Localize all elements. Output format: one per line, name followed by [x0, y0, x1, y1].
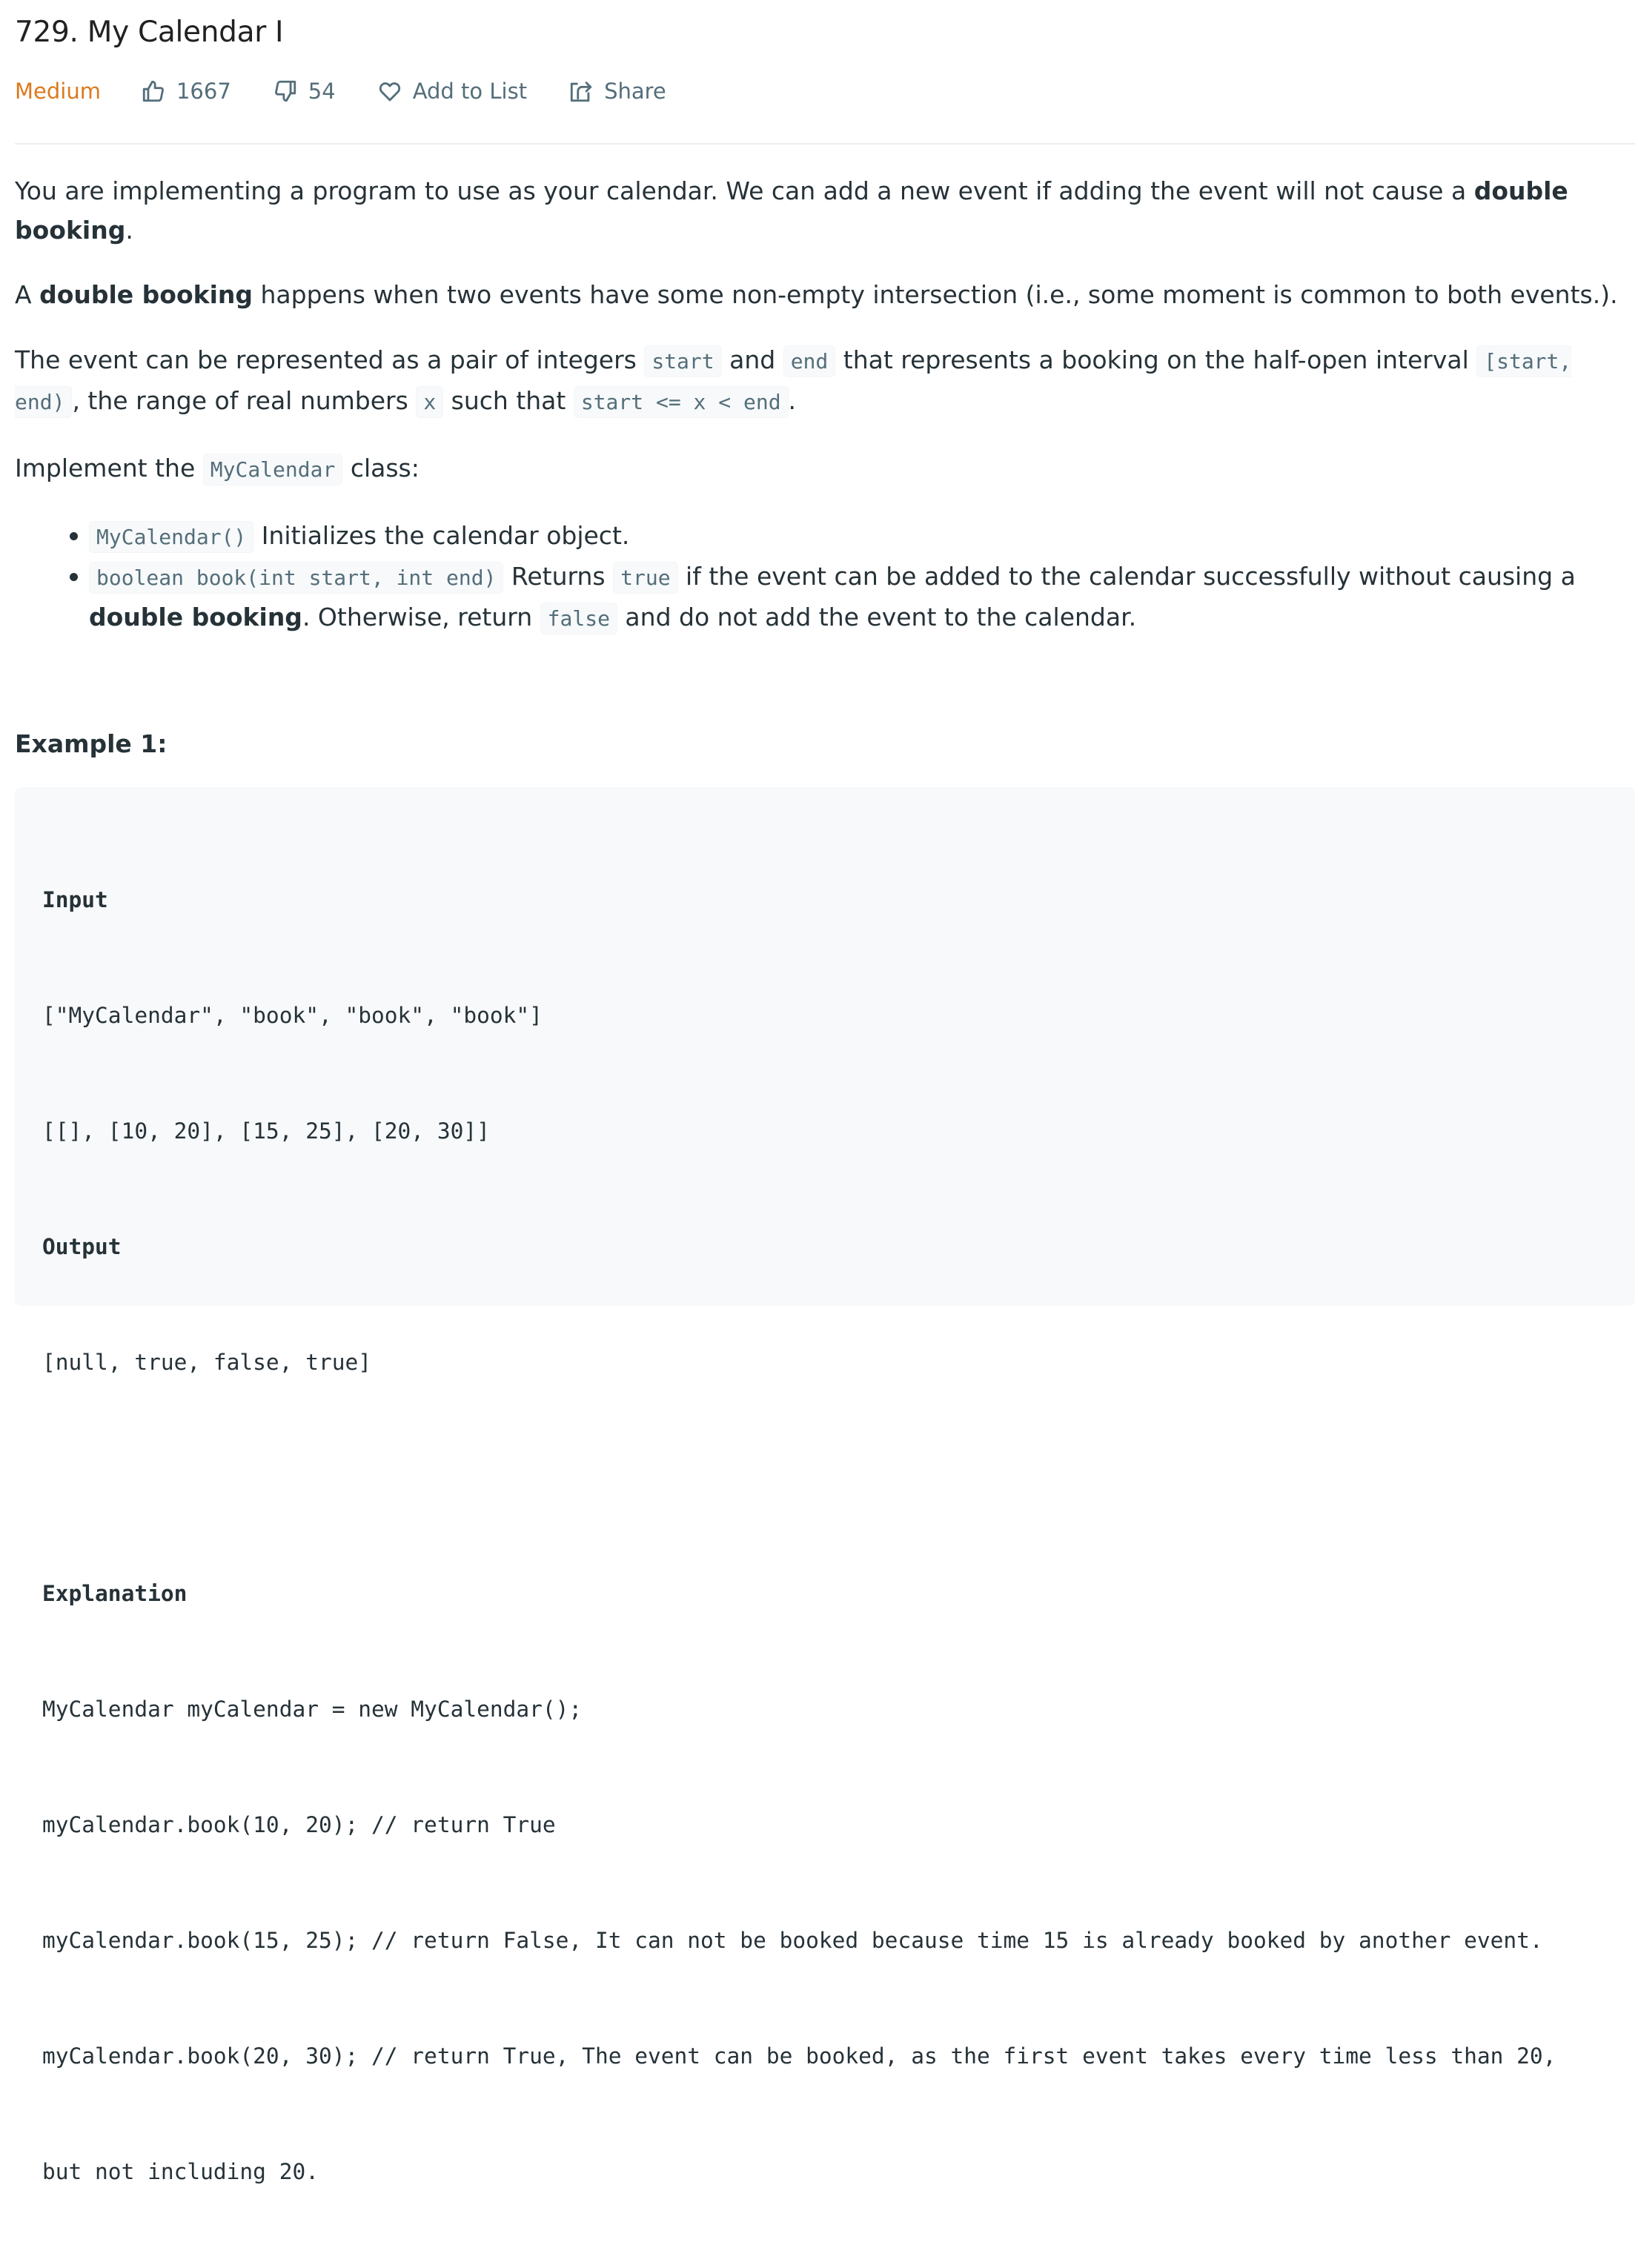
inline-code: start <= x < end: [573, 386, 789, 418]
inline-code: MyCalendar: [202, 454, 343, 485]
code-line: but not including 20.: [42, 2159, 319, 2184]
thumbs-up-icon: [142, 80, 164, 102]
share-label: Share: [604, 79, 666, 104]
list-item: boolean book(int start, int end) Returns…: [70, 557, 1635, 638]
code-line: myCalendar.book(10, 20); // return True: [42, 1812, 556, 1837]
inline-code: start: [644, 345, 722, 377]
dislike-count: 54: [308, 79, 336, 104]
description-paragraph-3: The event can be represented as a pair o…: [15, 340, 1635, 422]
problem-description: You are implementing a program to use as…: [15, 171, 1635, 2184]
thumbs-down-icon: [274, 80, 296, 102]
code-line: Output: [42, 1234, 122, 1259]
example-title: Example 1:: [15, 729, 168, 758]
inline-code: true: [613, 562, 678, 594]
description-paragraph-2: A double booking happens when two events…: [15, 280, 1618, 309]
like-count: 1667: [176, 79, 231, 104]
header-divider: [15, 143, 1635, 145]
add-to-list-button[interactable]: Add to List: [377, 79, 527, 104]
description-paragraph-4: Implement the MyCalendar class:: [15, 448, 1635, 489]
inline-code: boolean book(int start, int end): [89, 562, 504, 594]
heart-icon: [379, 82, 400, 102]
add-to-list-label: Add to List: [412, 79, 528, 104]
inline-code: MyCalendar(): [89, 521, 254, 553]
code-line: [null, true, false, true]: [42, 1350, 372, 1375]
method-list: MyCalendar() Initializes the calendar ob…: [15, 516, 1635, 638]
list-item: MyCalendar() Initializes the calendar ob…: [70, 516, 1635, 557]
code-line: myCalendar.book(20, 30); // return True,…: [42, 2043, 1556, 2069]
dislike-button[interactable]: 54: [273, 79, 336, 104]
inline-code: end: [783, 345, 836, 377]
inline-code: false: [540, 603, 617, 634]
problem-stats-bar: Medium 1667 54 Add to List Share: [15, 68, 1635, 114]
code-line: myCalendar.book(15, 25); // return False…: [42, 1928, 1543, 1953]
example-code-block: Input ["MyCalendar", "book", "book", "bo…: [15, 787, 1635, 2184]
problem-title: 729. My Calendar I: [15, 16, 284, 49]
inline-code: x: [416, 386, 444, 418]
share-icon: [570, 82, 592, 102]
difficulty-badge: Medium: [15, 79, 101, 104]
share-button[interactable]: Share: [568, 79, 666, 104]
code-line: [[], [10, 20], [15, 25], [20, 30]]: [42, 1118, 490, 1144]
code-line: Input: [42, 887, 108, 912]
code-line: Explanation: [42, 1581, 188, 1606]
bold-term: double booking: [89, 603, 302, 631]
problem-page: 729. My Calendar I Medium 1667 54 Add to…: [15, 0, 1635, 2184]
code-line: ["MyCalendar", "book", "book", "book"]: [42, 1003, 543, 1028]
code-line: MyCalendar myCalendar = new MyCalendar()…: [42, 1697, 583, 1722]
bold-term: double booking: [39, 280, 253, 309]
like-button[interactable]: 1667: [141, 79, 231, 104]
description-paragraph-1: You are implementing a program to use as…: [15, 176, 1568, 245]
